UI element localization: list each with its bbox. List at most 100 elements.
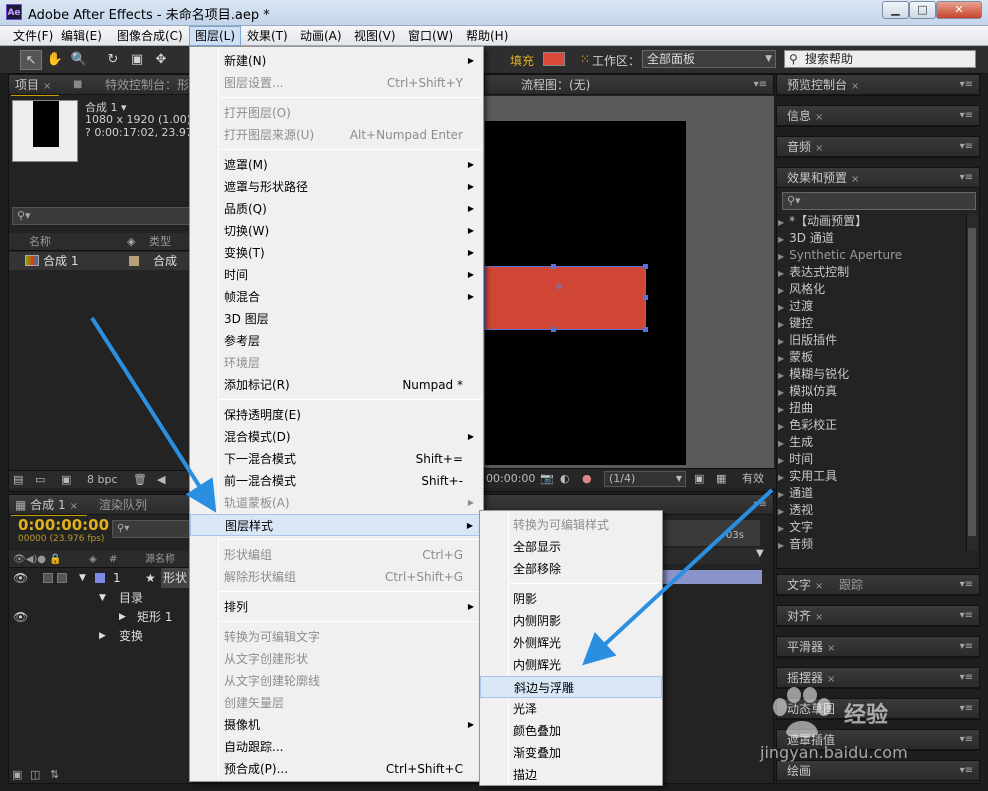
layer-duration-bar[interactable] [662,570,762,584]
show-snapshot-icon[interactable]: ◐ [560,469,570,489]
rotate-tool-icon[interactable]: ↻ [102,50,124,70]
effects-search-input[interactable]: ⚲▾ [782,192,976,210]
bbox-handle[interactable] [551,327,556,332]
layer-style-item[interactable]: 光泽 [480,698,662,720]
effects-category[interactable]: ▶ 实用工具 [778,468,837,485]
bbox-handle[interactable] [643,327,648,332]
bpc-label[interactable]: 8 bpc [87,471,118,489]
effects-category[interactable]: ▶ 时间 [778,451,813,468]
effects-category[interactable]: ▶ 表达式控制 [778,264,849,281]
close-icon[interactable]: × [70,501,78,512]
playhead-icon[interactable]: ▼ [756,548,768,564]
fill-color-swatch[interactable] [543,52,565,66]
effects-category[interactable]: ▶ 键控 [778,315,813,332]
layer-style-item[interactable]: 阴影 [480,588,662,610]
effects-category[interactable]: ▶ 模糊与锐化 [778,366,849,383]
menu-view[interactable]: 视图(V) [349,26,401,46]
effects-category[interactable]: ▶ 过渡 [778,298,813,315]
layer-menu-item[interactable]: 变换(T) ▶ [190,242,483,264]
layer-menu-item[interactable]: 遮罩与形状路径 ▶ [190,176,483,198]
layer-menu-item[interactable]: 排列 ▶ [190,596,483,618]
selection-tool-icon[interactable]: ↖ [20,50,42,70]
layer-menu-item[interactable]: 混合模式(D) ▶ [190,426,483,448]
tab-preview[interactable]: 预览控制台 × [781,75,859,97]
current-time[interactable]: 0:00:00:00 [18,516,109,534]
panel-menu-icon[interactable]: ▾≡ [960,575,973,595]
effects-category[interactable]: ▶ 旧版插件 [778,332,837,349]
layer-menu-item[interactable]: 摄像机 ▶ [190,714,483,736]
solo-switch[interactable] [43,573,53,583]
menu-file[interactable]: 文件(F) [8,26,58,46]
menu-help[interactable]: 帮助(H) [461,26,513,46]
panel-menu-icon[interactable]: ▾≡ [960,606,973,626]
maximize-button[interactable]: □ [909,1,936,19]
layer-menu-item[interactable]: 3D 图层 [190,308,483,330]
close-icon[interactable]: × [851,81,859,92]
channel-icon[interactable]: ● [582,469,592,489]
timeline-layer-row[interactable]: 👁 ▼ 1 ★ 形状 [9,568,189,588]
pan-behind-tool-icon[interactable]: ✥ [150,50,172,70]
new-comp-icon[interactable]: ▣ [61,471,71,489]
minimize-button[interactable]: ▁ [882,1,909,19]
close-icon[interactable]: × [815,112,823,123]
layer-menu-item[interactable]: 前一混合模式 Shift+- [190,470,483,492]
hand-tool-icon[interactable]: ✋ [44,50,66,70]
layer-style-item[interactable]: 全部移除 [480,558,662,580]
panel-menu-icon[interactable]: ▾≡ [960,75,973,95]
layer-menu-item[interactable]: 添加标记(R) Numpad * [190,374,483,396]
expand-triangle-icon[interactable]: ▶ [99,626,106,646]
chevron-left-icon[interactable]: ◀ [157,471,165,489]
panel-menu-icon[interactable]: ▾≡ [754,495,767,515]
interpret-footage-icon[interactable]: ▤ [13,471,23,489]
region-icon[interactable]: ▣ [694,469,704,489]
lock-switch[interactable] [57,573,67,583]
layer-menu-item[interactable]: 图层样式 ▶ [190,514,483,536]
layer-name[interactable]: 形状 [161,568,189,588]
tab-text[interactable]: 文字 × [781,575,823,597]
snapshot-icon[interactable]: 📷 [540,469,554,489]
label-color-swatch[interactable] [95,573,105,583]
effects-scroll-thumb[interactable] [968,228,976,536]
panel-menu-icon[interactable]: ▾≡ [754,75,767,95]
workspace-select[interactable]: 全部面板 ▼ [642,50,776,68]
close-icon[interactable]: × [827,643,835,654]
menu-window[interactable]: 窗口(W) [403,26,458,46]
layer-style-item[interactable]: 全部显示 [480,536,662,558]
menu-animation[interactable]: 动画(A) [295,26,347,46]
work-area-bar[interactable] [660,548,760,564]
panel-menu-icon[interactable]: ▾≡ [960,137,973,157]
bbox-handle[interactable] [643,264,648,269]
time-ruler[interactable]: 03s [660,520,760,546]
close-button[interactable]: ✕ [936,1,982,19]
timeline-rect-row[interactable]: 👁 ▶ 矩形 1 [9,607,189,627]
tab-tracker[interactable]: 跟踪 [833,575,863,595]
layer-style-item[interactable]: 描边 [480,764,662,786]
layer-menu-item[interactable]: 时间 ▶ [190,264,483,286]
bbox-handle[interactable] [551,264,556,269]
timeline-contents-row[interactable]: ▼ 目录 [9,588,189,608]
tab-render-queue[interactable]: 渲染队列 [93,495,147,515]
transparency-grid-icon[interactable]: ▦ [716,469,726,489]
layer-menu-item[interactable]: 预合成(P)... Ctrl+Shift+C [190,758,483,780]
effects-category[interactable]: ▶ 色彩校正 [778,417,837,434]
layer-style-item[interactable]: 外侧辉光 [480,632,662,654]
effects-category[interactable]: ▶ 通道 [778,485,813,502]
trash-icon[interactable]: 🗑 [133,471,147,489]
resolution-select[interactable]: (1/4) ▼ [604,471,686,487]
close-icon[interactable]: × [815,612,823,623]
tab-audio[interactable]: 音频 × [781,137,823,159]
layer-menu-item[interactable]: 保持透明度(E) [190,404,483,426]
bbox-handle[interactable] [643,295,648,300]
layer-style-item[interactable]: 颜色叠加 [480,720,662,742]
layer-menu-item[interactable]: 遮罩(M) ▶ [190,154,483,176]
toggle-modes-icon[interactable]: ◫ [30,768,40,781]
tab-smoother[interactable]: 平滑器 × [781,637,835,659]
effect-toggle[interactable]: 有效 [742,469,764,489]
menu-effect[interactable]: 效果(T) [242,26,293,46]
layer-menu-item[interactable]: 参考层 [190,330,483,352]
anchor-point-icon[interactable]: ⌖ [555,279,563,295]
expand-triangle-icon[interactable]: ▼ [99,588,106,608]
panel-menu-icon[interactable]: ▾≡ [960,106,973,126]
tab-effects[interactable]: 效果和预置 × [781,168,859,190]
tab-effect-controls[interactable]: 特效控制台：形 [99,75,189,95]
